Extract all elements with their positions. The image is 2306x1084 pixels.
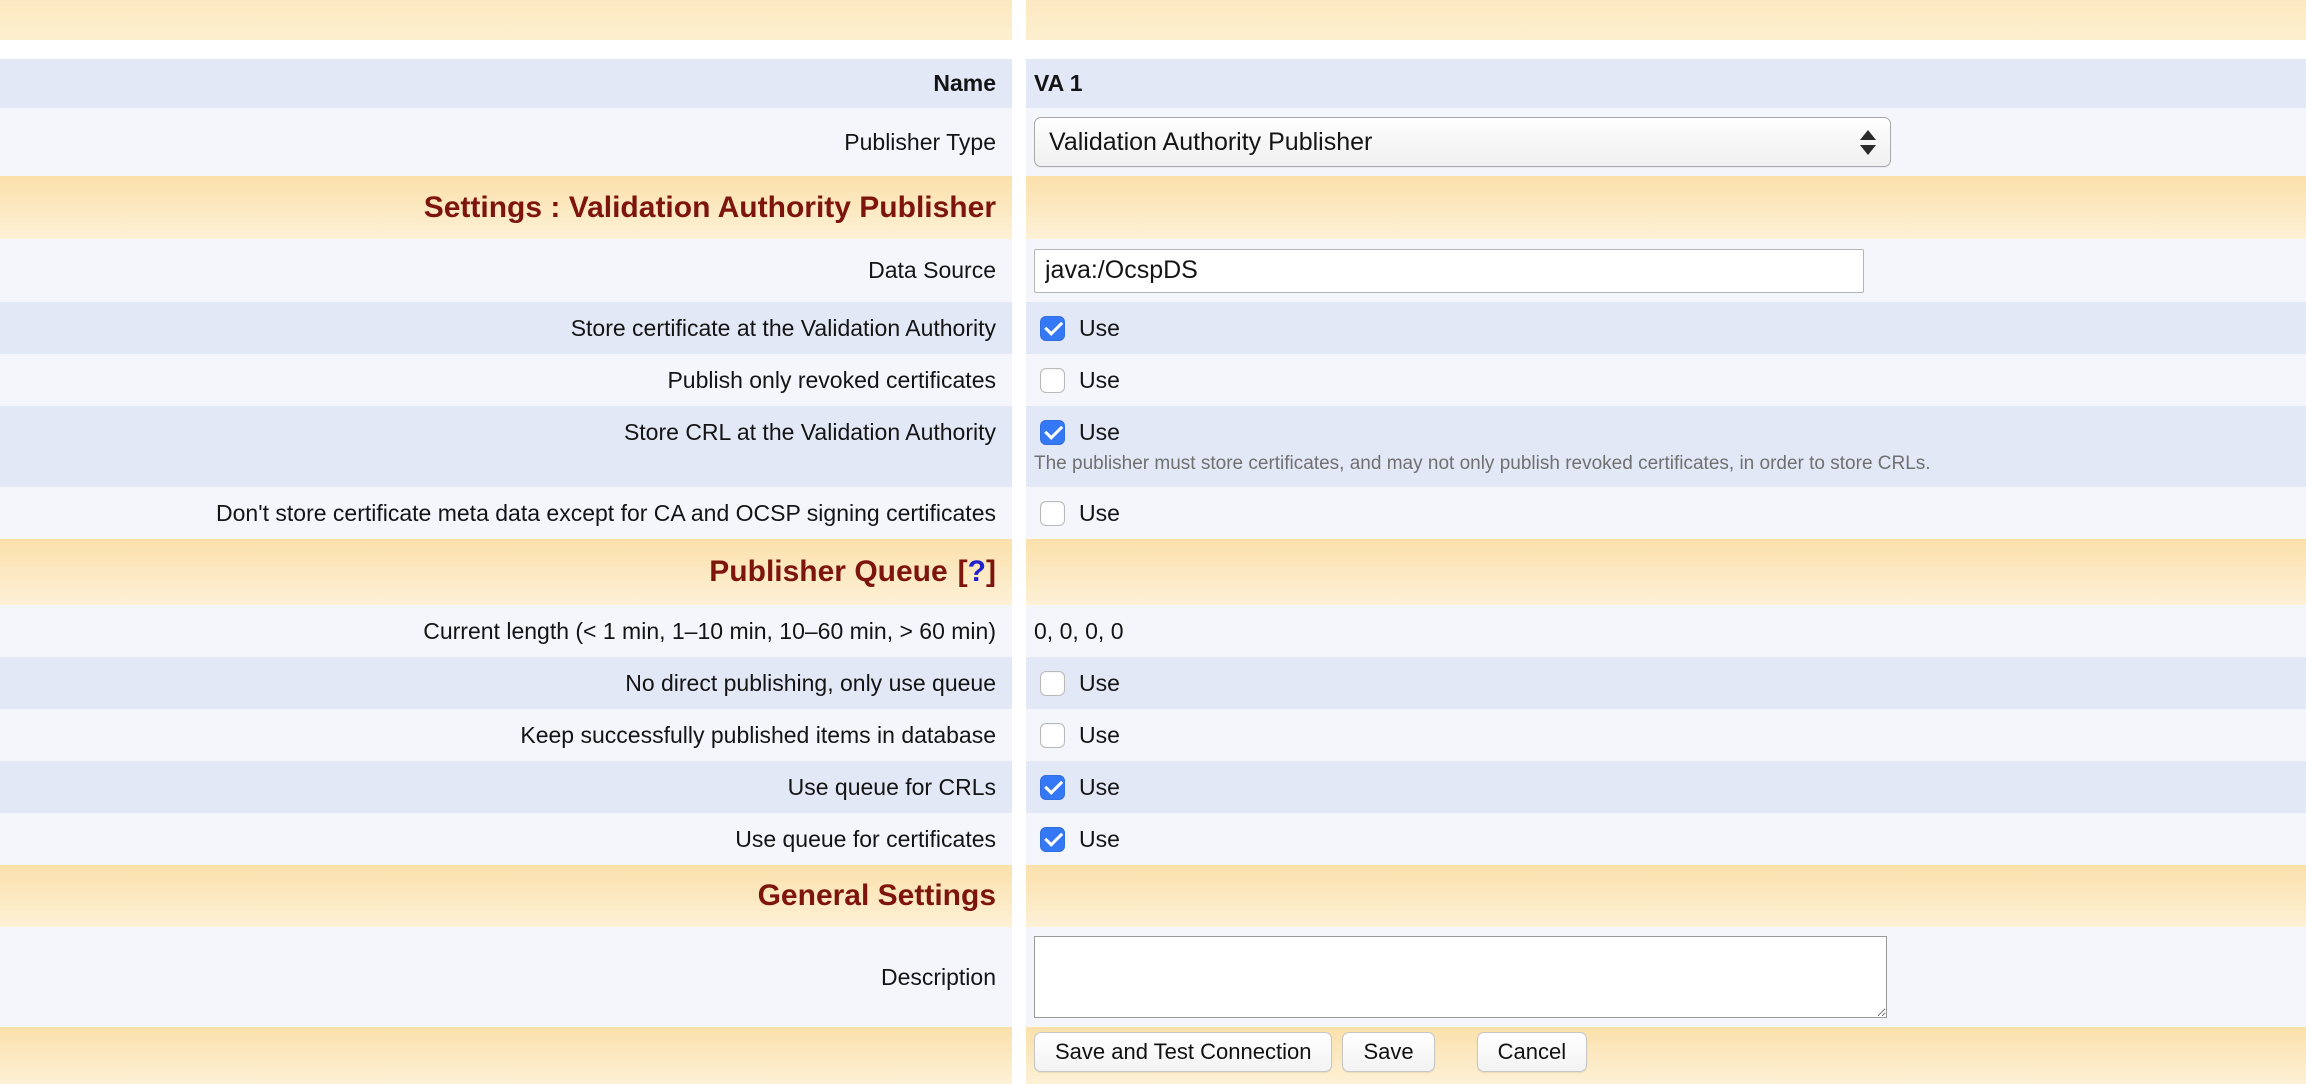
- description-row: Description: [0, 927, 2306, 1027]
- current-length-label: Current length (< 1 min, 1–10 min, 10–60…: [423, 618, 996, 645]
- current-length-value: 0, 0, 0, 0: [1034, 618, 1124, 645]
- buttons-row: Save and Test Connection Save Cancel: [0, 1027, 2306, 1084]
- name-label: Name: [933, 70, 996, 97]
- queue-section-header: Publisher Queue [ ? ]: [0, 539, 2306, 605]
- current-length-row: Current length (< 1 min, 1–10 min, 10–60…: [0, 605, 2306, 657]
- keep-published-use-label[interactable]: Use: [1079, 722, 1120, 749]
- store-crl-label: Store CRL at the Validation Authority: [624, 419, 996, 446]
- publish-only-revoked-use-label[interactable]: Use: [1079, 367, 1120, 394]
- use-queue-crls-use-label[interactable]: Use: [1079, 774, 1120, 801]
- keep-published-row: Keep successfully published items in dat…: [0, 709, 2306, 761]
- general-section-title: General Settings: [758, 879, 996, 913]
- general-section-header: General Settings: [0, 865, 2306, 927]
- use-queue-certs-label: Use queue for certificates: [735, 826, 996, 853]
- data-source-input[interactable]: [1034, 249, 1864, 293]
- cancel-button[interactable]: Cancel: [1477, 1032, 1587, 1072]
- no-direct-publishing-checkbox[interactable]: [1040, 671, 1065, 696]
- publisher-type-select[interactable]: Validation Authority Publisher: [1034, 117, 1891, 167]
- keep-published-label: Keep successfully published items in dat…: [520, 722, 996, 749]
- store-crl-checkbox[interactable]: [1040, 420, 1065, 445]
- chevron-up-icon: [1860, 130, 1876, 140]
- save-and-test-connection-button[interactable]: Save and Test Connection: [1034, 1032, 1332, 1072]
- description-textarea[interactable]: [1034, 936, 1887, 1018]
- chevron-down-icon: [1860, 145, 1876, 155]
- name-row: Name VA 1: [0, 59, 2306, 108]
- publisher-type-label: Publisher Type: [844, 129, 996, 156]
- use-queue-certs-checkbox[interactable]: [1040, 827, 1065, 852]
- store-certificate-row: Store certificate at the Validation Auth…: [0, 302, 2306, 354]
- queue-help-prefix: [: [958, 555, 968, 589]
- no-direct-publishing-row: No direct publishing, only use queue Use: [0, 657, 2306, 709]
- no-direct-publishing-label: No direct publishing, only use queue: [625, 670, 996, 697]
- no-direct-publishing-use-label[interactable]: Use: [1079, 670, 1120, 697]
- save-button[interactable]: Save: [1342, 1032, 1434, 1072]
- queue-help-suffix: ]: [986, 555, 996, 589]
- spacer-row: [0, 40, 2306, 59]
- dont-store-meta-label: Don't store certificate meta data except…: [216, 500, 996, 527]
- use-queue-crls-checkbox[interactable]: [1040, 775, 1065, 800]
- publish-only-revoked-row: Publish only revoked certificates Use: [0, 354, 2306, 406]
- store-certificate-checkbox[interactable]: [1040, 316, 1065, 341]
- top-band: [0, 0, 2306, 40]
- store-crl-use-label[interactable]: Use: [1079, 419, 1120, 446]
- settings-section-title: Settings : Validation Authority Publishe…: [424, 191, 996, 225]
- dont-store-meta-row: Don't store certificate meta data except…: [0, 487, 2306, 539]
- use-queue-certs-row: Use queue for certificates Use: [0, 813, 2306, 865]
- edit-publisher-page: Name VA 1 Publisher Type Validation Auth…: [0, 0, 2306, 1084]
- dont-store-meta-checkbox[interactable]: [1040, 501, 1065, 526]
- store-certificate-use-label[interactable]: Use: [1079, 315, 1120, 342]
- queue-section-title: Publisher Queue: [709, 555, 947, 589]
- queue-help-link[interactable]: ?: [968, 555, 986, 589]
- data-source-row: Data Source: [0, 239, 2306, 302]
- name-value: VA 1: [1034, 70, 1083, 97]
- select-stepper-icon: [1850, 130, 1886, 155]
- store-certificate-label: Store certificate at the Validation Auth…: [571, 315, 996, 342]
- use-queue-crls-label: Use queue for CRLs: [788, 774, 996, 801]
- publish-only-revoked-label: Publish only revoked certificates: [667, 367, 996, 394]
- store-crl-note: The publisher must store certificates, a…: [1034, 453, 1931, 475]
- publish-only-revoked-checkbox[interactable]: [1040, 368, 1065, 393]
- dont-store-meta-use-label[interactable]: Use: [1079, 500, 1120, 527]
- use-queue-certs-use-label[interactable]: Use: [1079, 826, 1120, 853]
- store-crl-row: Store CRL at the Validation Authority Us…: [0, 406, 2306, 487]
- publisher-type-selected-value: Validation Authority Publisher: [1049, 128, 1850, 157]
- settings-section-header: Settings : Validation Authority Publishe…: [0, 176, 2306, 239]
- use-queue-crls-row: Use queue for CRLs Use: [0, 761, 2306, 813]
- keep-published-checkbox[interactable]: [1040, 723, 1065, 748]
- publisher-type-row: Publisher Type Validation Authority Publ…: [0, 108, 2306, 176]
- data-source-label: Data Source: [868, 257, 996, 284]
- description-label: Description: [881, 964, 996, 991]
